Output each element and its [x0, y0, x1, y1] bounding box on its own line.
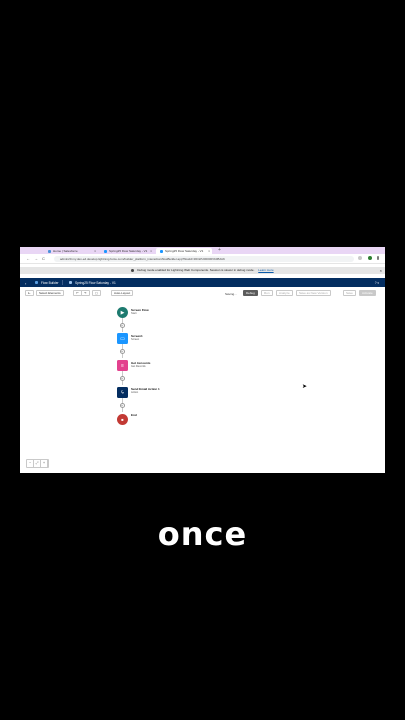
action-node[interactable]: ϟ	[117, 387, 128, 398]
add-element-button[interactable]: +	[119, 376, 125, 381]
flow-builder-icon	[35, 281, 38, 284]
lightning-icon: ϟ	[121, 389, 124, 396]
layout-select[interactable]: Auto-Layout	[111, 290, 134, 296]
screenshot-frame: Home | Salesforce × Spring25 Flow Saturd…	[20, 247, 385, 473]
learn-more-link[interactable]: Learn more	[258, 268, 273, 272]
close-tab-icon[interactable]: ×	[208, 249, 210, 253]
toggle-panel-button[interactable]: ⇤	[25, 290, 34, 296]
close-banner-icon[interactable]: ×	[380, 267, 382, 274]
forward-button[interactable]: →	[34, 256, 38, 261]
debug-mode-banner: Debug mode enabled for Lightning Web Com…	[20, 267, 385, 274]
tab-label: Spring25 Flow Saturday - V1	[109, 249, 148, 253]
flow-canvas[interactable]: ▶ Screen Flow Start + ▭ Screen1 Screen +…	[20, 299, 385, 473]
screen-icon: ▭	[120, 335, 125, 342]
profile-avatar[interactable]	[368, 256, 372, 260]
node-type: Get Records	[131, 365, 146, 368]
tab-label: Spring25 Flow Saturday - V1	[165, 249, 204, 253]
start-node[interactable]: ▶	[117, 307, 128, 318]
flow-favicon-icon	[160, 249, 163, 253]
save-as-new-version-button[interactable]: Save as New Version	[296, 290, 331, 296]
flow-favicon-icon	[104, 249, 107, 253]
fit-view-button[interactable]: ⤢	[34, 460, 41, 467]
save-button[interactable]: Save	[343, 290, 356, 296]
zoom-controls: − ⤢ +	[26, 459, 49, 468]
close-tab-icon[interactable]: ×	[94, 249, 96, 253]
analyze-button[interactable]: Analyze	[276, 290, 293, 296]
add-element-button[interactable]: +	[119, 349, 125, 354]
back-button[interactable]: ←	[26, 256, 30, 261]
flow-title[interactable]: Spring25 Flow Saturday - V1	[75, 281, 116, 285]
end-node[interactable]: ■	[117, 414, 128, 425]
add-element-button[interactable]: +	[119, 403, 125, 408]
url-input[interactable]: admin20.my.dev-ed.develop.lightning.forc…	[54, 255, 354, 262]
redo-button[interactable]: ↷	[81, 290, 90, 296]
mouse-cursor-icon: ➤	[302, 384, 308, 390]
browser-menu-icon[interactable]	[377, 256, 379, 260]
new-tab-button[interactable]: +	[218, 247, 221, 253]
app-title: Flow Builder	[41, 280, 59, 285]
reload-button[interactable]: C	[42, 256, 45, 261]
activate-button[interactable]: Activate	[359, 290, 376, 296]
add-element-button[interactable]: +	[119, 323, 125, 328]
flow-icon	[69, 281, 72, 284]
get-records-node[interactable]: ≡	[117, 360, 128, 371]
browser-tab-bar: Home | Salesforce × Spring25 Flow Saturd…	[20, 247, 385, 254]
salesforce-favicon-icon	[48, 249, 51, 253]
video-caption: once	[157, 515, 248, 553]
node-type: Action	[131, 391, 139, 394]
bookmark-icon[interactable]	[358, 256, 362, 260]
browser-address-bar: ← → C admin20.my.dev-ed.develop.lightnin…	[20, 254, 385, 264]
get-records-icon: ≡	[121, 362, 124, 369]
zoom-in-button[interactable]: +	[41, 460, 48, 467]
saving-status: Saving...	[225, 291, 237, 296]
node-type: Screen	[131, 338, 140, 341]
tab-label: Home | Salesforce	[53, 249, 78, 253]
close-tab-icon[interactable]: ×	[150, 249, 152, 253]
cut-button[interactable]: ▢	[92, 290, 101, 296]
flow-builder-header: ‹ Flow Builder Spring25 Flow Saturday - …	[20, 278, 385, 287]
header-divider	[62, 280, 63, 285]
node-type: Start	[131, 312, 137, 315]
info-icon	[131, 268, 135, 272]
select-elements-button[interactable]: Select Elements	[36, 290, 64, 296]
debug-button[interactable]: Debug	[243, 290, 258, 296]
node-label: End	[131, 413, 137, 417]
help-menu-icon[interactable]: ? ▾	[375, 281, 379, 285]
zoom-out-button[interactable]: −	[27, 460, 34, 467]
run-button[interactable]: Run	[261, 290, 273, 296]
stop-icon: ■	[121, 417, 124, 422]
screen-node[interactable]: ▭	[117, 333, 128, 344]
play-icon: ▶	[120, 309, 125, 316]
back-arrow-icon[interactable]: ‹	[25, 281, 26, 286]
banner-text: Debug mode enabled for Lightning Web Com…	[137, 268, 255, 272]
